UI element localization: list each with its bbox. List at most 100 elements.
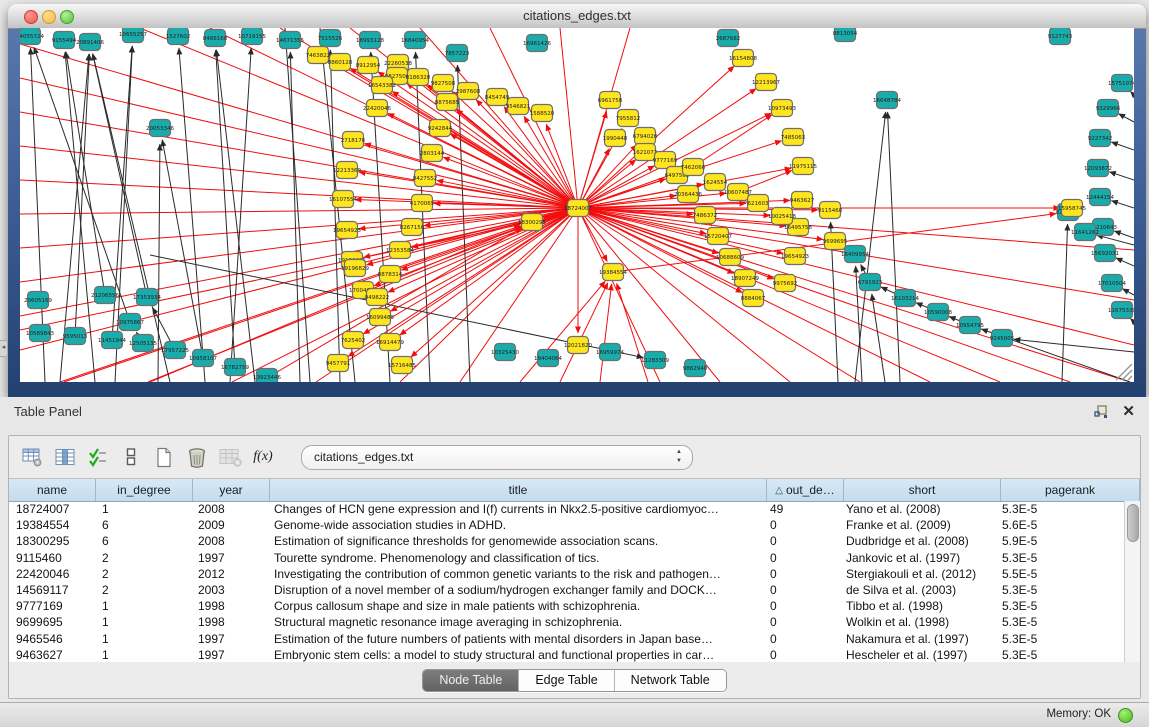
- graph-node-label: 9329966: [1096, 106, 1121, 112]
- graph-node-label: 21206556: [91, 293, 119, 299]
- graph-edge: [872, 294, 885, 382]
- graph-edge: [416, 52, 430, 382]
- table-row[interactable]: 2242004622012Investigating the contribut…: [9, 566, 1125, 582]
- graph-node-label: 1588520: [530, 111, 555, 117]
- table-cell: 5.3E-5: [995, 501, 1125, 517]
- column-header-out_de[interactable]: △out_de…: [767, 479, 844, 501]
- tab-node-table[interactable]: Node Table: [423, 670, 519, 691]
- table-cell: Franke et al. (2009): [839, 517, 995, 533]
- graph-edge: [560, 28, 578, 208]
- collapsed-panel-handle[interactable]: ◂: [0, 340, 8, 357]
- graph-edge: [600, 284, 612, 382]
- select-rows-icon[interactable]: [85, 445, 111, 469]
- table-cell: 18724007: [9, 501, 95, 517]
- tab-network-table[interactable]: Network Table: [615, 670, 726, 691]
- graph-node-label: 19384554: [599, 270, 627, 276]
- graph-node-label: 7462066: [681, 165, 706, 171]
- graph-edge: [401, 208, 578, 270]
- table-cell: 1997: [191, 550, 267, 566]
- delete-icon[interactable]: [184, 445, 210, 469]
- graph-node-label: 12021820: [564, 343, 592, 349]
- graph-node-label: 8454749: [485, 95, 510, 101]
- table-cell: 5.3E-5: [995, 582, 1125, 598]
- tab-edge-table[interactable]: Edge Table: [519, 670, 614, 691]
- graph-node-label: 8427552: [413, 176, 438, 182]
- table-cell: 9777169: [9, 598, 95, 614]
- graph-node-label: 8884067: [741, 296, 766, 302]
- graph-edge: [578, 112, 607, 208]
- graph-node-label: 9546821: [506, 104, 531, 110]
- graph-node-label: 9498222: [365, 295, 390, 301]
- combo-arrows-icon: ▲▼: [676, 448, 682, 466]
- graph-node-label: 9127743: [1048, 34, 1073, 40]
- column-header-year[interactable]: year: [193, 479, 270, 501]
- graph-node-label: 12444154: [1086, 195, 1114, 201]
- resize-grip[interactable]: [1116, 364, 1132, 380]
- graph-node-label: 1624554: [703, 180, 728, 186]
- table-cell: Estimation of significance thresholds fo…: [267, 533, 763, 549]
- graph-node-label: 16840954: [401, 38, 429, 44]
- row-height-icon[interactable]: [118, 445, 144, 469]
- column-header-name[interactable]: name: [9, 479, 96, 501]
- graph-edge: [420, 28, 578, 208]
- table-row[interactable]: 946554611997Estimation of the future num…: [9, 631, 1125, 647]
- new-document-icon[interactable]: [151, 445, 177, 469]
- table-settings-icon[interactable]: [19, 445, 45, 469]
- function-builder-icon[interactable]: f(x): [250, 445, 276, 469]
- table-cell: 14569117: [9, 582, 95, 598]
- vertical-scrollbar[interactable]: [1124, 501, 1140, 662]
- close-icon[interactable]: ✕: [1122, 402, 1135, 420]
- table-cell: 2003: [191, 582, 267, 598]
- graph-node-label: 7486372: [693, 213, 718, 219]
- table-toolbar: f(x) citations_edges.txt ▲▼: [9, 436, 1140, 478]
- graph-node-label: 13923446: [253, 375, 281, 381]
- table-cell: Investigating the contribution of common…: [267, 566, 763, 582]
- graph-node-label: 10590008: [924, 310, 952, 316]
- table-cell: 9115460: [9, 550, 95, 566]
- memory-status-icon[interactable]: [1118, 708, 1133, 723]
- graph-node-label: 12213967: [752, 80, 780, 86]
- graph-edge: [20, 224, 520, 330]
- column-header-pagerank[interactable]: pagerank: [1001, 479, 1140, 501]
- table-row[interactable]: 977716911998Corpus callosum shape and si…: [9, 598, 1125, 614]
- table-cell: 0: [763, 598, 839, 614]
- float-window-icon[interactable]: [1093, 404, 1109, 420]
- show-column-icon[interactable]: [52, 445, 78, 469]
- graph-node-label: 10589843: [26, 331, 54, 337]
- graph-node-label: 9155494: [52, 38, 77, 44]
- network-window-titlebar[interactable]: citations_edges.txt: [8, 4, 1146, 29]
- column-header-title[interactable]: title: [270, 479, 767, 501]
- graph-node-label: 9242844: [428, 126, 453, 132]
- table-cell: 2012: [191, 566, 267, 582]
- table-selector-dropdown[interactable]: citations_edges.txt ▲▼: [301, 445, 693, 470]
- graph-node-label: 9777169: [653, 158, 678, 164]
- graph-node-label: 8813054: [833, 31, 858, 37]
- table-row[interactable]: 946362711997Embryonic stem cells: a mode…: [9, 647, 1125, 662]
- graph-node-label: 6961758: [598, 98, 623, 104]
- graph-edge: [560, 283, 608, 382]
- table-cell: 1: [95, 614, 191, 630]
- graph-edge: [1109, 172, 1134, 180]
- table-row[interactable]: 1938455462009Genome-wide association stu…: [9, 517, 1125, 533]
- delete-table-disabled-icon: [217, 445, 243, 469]
- table-row[interactable]: 969969511998Structural magnetic resonanc…: [9, 614, 1125, 630]
- network-canvas[interactable]: 2405572491554942089140610655257152760284…: [20, 28, 1134, 382]
- graph-edge: [20, 208, 578, 214]
- table-row[interactable]: 1872400712008Changes of HCN gene express…: [9, 501, 1125, 517]
- table-row[interactable]: 1830029562008Estimation of significance …: [9, 533, 1125, 549]
- graph-node-label: 12353584: [386, 248, 414, 254]
- graph-node-label: 2718176: [341, 138, 366, 144]
- table-row[interactable]: 1456911722003Disruption of a novel membe…: [9, 582, 1125, 598]
- graph-node-label: 11283309: [641, 358, 669, 364]
- graph-edge: [1097, 235, 1134, 245]
- graph-node-label: 16648784: [873, 98, 901, 104]
- graph-node-label: 10719155: [238, 34, 266, 40]
- table-row[interactable]: 911546021997Tourette syndrome. Phenomeno…: [9, 550, 1125, 566]
- scrollbar-thumb[interactable]: [1127, 504, 1139, 542]
- graph-edge: [1116, 258, 1134, 266]
- graph-edge: [1014, 339, 1134, 352]
- column-header-short[interactable]: short: [844, 479, 1001, 501]
- graph-edge: [400, 208, 578, 335]
- column-header-in_degree[interactable]: in_degree: [96, 479, 193, 501]
- graph-node-label: 1527602: [166, 34, 191, 40]
